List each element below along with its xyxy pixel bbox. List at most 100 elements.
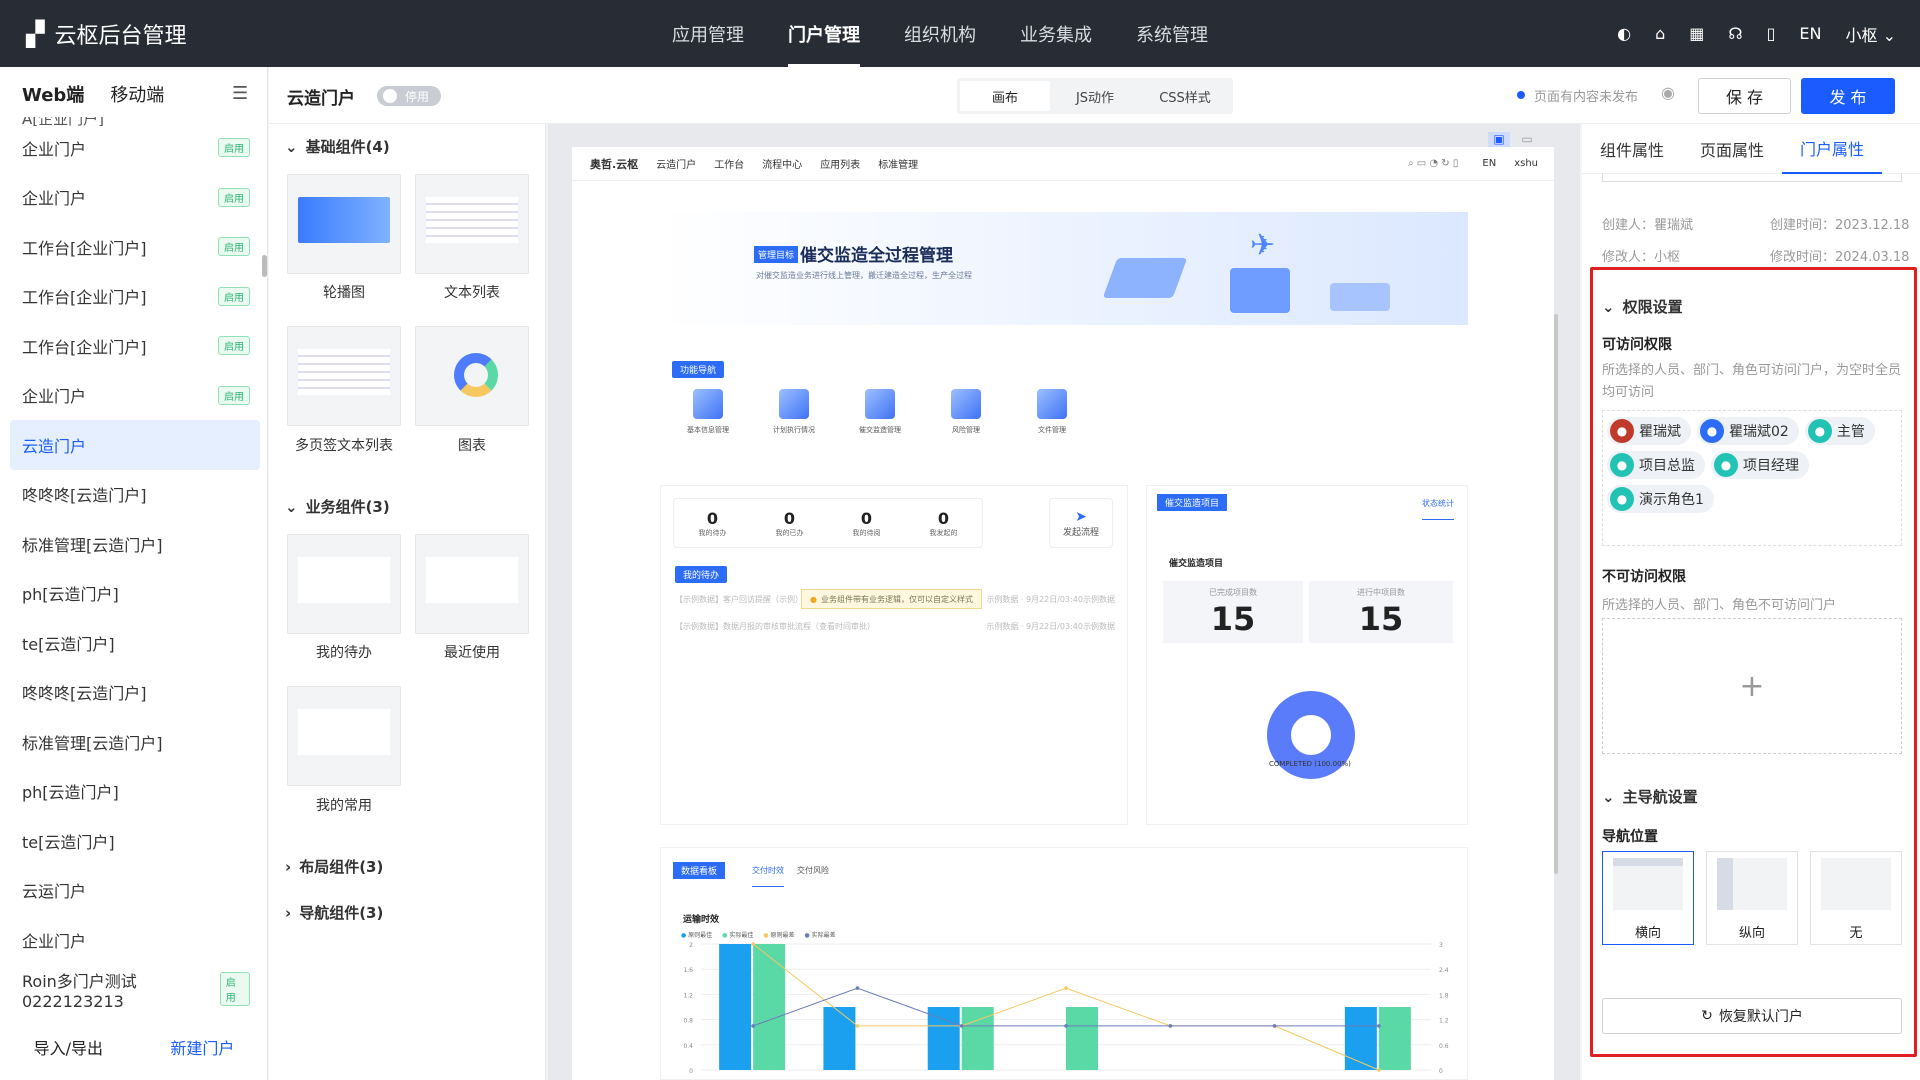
portal-list-item[interactable]: 工作台[企业门户] 启用: [10, 222, 260, 272]
todo-row[interactable]: 【示例数据】数据月报的审核审批流程（查看时间审批） 示例数据 · 9月22日/03…: [675, 621, 1115, 632]
nav-app-manage[interactable]: 应用管理: [672, 21, 744, 47]
function-item[interactable]: 风险管理: [938, 389, 994, 435]
function-icon: [693, 389, 723, 419]
portal-list-item[interactable]: Roin多门户测试0222123213 启用: [10, 965, 260, 1015]
apps-grid-icon[interactable]: ▦: [1689, 24, 1704, 43]
preview-eye-icon[interactable]: ◉: [1661, 83, 1675, 102]
tab-css[interactable]: CSS样式: [1140, 81, 1230, 111]
save-button[interactable]: 保 存: [1698, 78, 1791, 114]
import-export-button[interactable]: 导入/导出: [34, 1035, 103, 1059]
support-icon[interactable]: ☊: [1728, 24, 1742, 43]
portal-list-item[interactable]: 工作台[企业门户] 启用: [10, 321, 260, 371]
portal-list-item[interactable]: 标准管理[云造门户]: [10, 717, 260, 767]
portal-list-item[interactable]: 企业门户 启用: [10, 173, 260, 223]
canvas-scrollbar[interactable]: [1554, 314, 1558, 874]
preview-menu-portal[interactable]: 云造门户: [656, 156, 696, 171]
tab-component-props[interactable]: 组件属性: [1582, 124, 1682, 174]
tab-delivery-risk[interactable]: 交付风险: [797, 865, 829, 876]
list-scrollbar[interactable]: [262, 255, 267, 277]
preview-menu-workbench[interactable]: 工作台: [714, 156, 744, 171]
portal-list-item[interactable]: 云造门户: [10, 420, 260, 470]
kpi-item[interactable]: 0 我的已办: [776, 509, 804, 538]
kpi-item[interactable]: 0 我的待阅: [853, 509, 881, 538]
chart-bar: [719, 944, 752, 1070]
nav-integration[interactable]: 业务集成: [1020, 21, 1092, 47]
tab-delivery-time[interactable]: 交付时效: [752, 865, 784, 887]
portal-list-item[interactable]: 咚咚咚[云造门户]: [10, 668, 260, 718]
chevron-down-icon: ⌄: [285, 137, 298, 156]
basic-section-header[interactable]: ⌄ 基础组件(4): [285, 136, 390, 157]
chart-bar: [823, 1007, 856, 1070]
y2-tick-label: 3: [1439, 942, 1443, 949]
portal-name: 云造门户: [287, 89, 355, 109]
function-icon: [865, 389, 895, 419]
portal-list-item[interactable]: 云运门户: [10, 866, 260, 916]
function-label: 风险管理: [952, 426, 980, 434]
collapse-menu-icon[interactable]: ☰: [232, 83, 248, 104]
recent-used-component[interactable]: [415, 534, 529, 634]
portal-list-item[interactable]: 企业门户: [10, 915, 260, 965]
clipped-input[interactable]: [1602, 174, 1902, 182]
portal-list-item[interactable]: 企业门户 启用: [10, 371, 260, 421]
preview-menu-standards[interactable]: 标准管理: [878, 156, 918, 171]
language-switch[interactable]: EN: [1799, 24, 1821, 43]
kpi-item[interactable]: 0 我的待办: [699, 509, 727, 538]
nav-system[interactable]: 系统管理: [1136, 21, 1208, 47]
book-icon[interactable]: ▯: [1767, 24, 1776, 43]
business-section-header[interactable]: ⌄ 业务组件(3): [285, 496, 390, 517]
tab-mobile[interactable]: 移动端: [110, 81, 164, 107]
new-portal-button[interactable]: 新建门户: [170, 1035, 234, 1059]
nav-section-header[interactable]: › 导航组件(3): [285, 902, 383, 923]
start-flow-button[interactable]: ➤ 发起流程: [1049, 498, 1113, 548]
publish-button[interactable]: 发 布: [1801, 78, 1895, 114]
user-menu[interactable]: 小枢 ⌄: [1845, 22, 1896, 46]
tab-portal-props[interactable]: 门户属性: [1782, 124, 1882, 174]
portal-list-item[interactable]: ph[云造门户]: [10, 767, 260, 817]
layout-section-header[interactable]: › 布局组件(3): [285, 856, 383, 877]
portal-list-item[interactable]: 企业门户 启用: [10, 123, 260, 173]
preview-lang[interactable]: EN: [1482, 158, 1496, 169]
banner: 管理目标 催交监造全过程管理 对催交监造业务进行线上管理，搬迁建造全过程，生产全…: [660, 212, 1468, 325]
portal-list-item[interactable]: 标准管理[云造门户]: [10, 519, 260, 569]
text-list-component[interactable]: [415, 174, 529, 274]
preview-menu-apps[interactable]: 应用列表: [820, 156, 860, 171]
carousel-component[interactable]: [287, 174, 401, 274]
palette-icon[interactable]: ◐: [1617, 24, 1631, 43]
preview-user[interactable]: xshu: [1514, 158, 1538, 169]
y-tick-label: 1.6: [683, 967, 693, 974]
my-todo-component[interactable]: [287, 534, 401, 634]
status-tab[interactable]: 状态统计: [1422, 498, 1454, 520]
portal-list-item[interactable]: ph[云造门户]: [10, 569, 260, 619]
tab-page-props[interactable]: 页面属性: [1682, 124, 1782, 174]
highlight-box: [1590, 267, 1917, 1057]
portal-list-item[interactable]: te[云造门户]: [10, 816, 260, 866]
tab-web[interactable]: Web端: [22, 81, 84, 107]
nav-org[interactable]: 组织机构: [904, 21, 976, 47]
portal-item-label: 企业门户: [22, 139, 87, 159]
kpi-item[interactable]: 0 我发起的: [930, 509, 958, 538]
nav-portal-manage[interactable]: 门户管理: [788, 21, 860, 67]
component-label: 我的常用: [316, 798, 372, 814]
function-item[interactable]: 计划执行情况: [766, 389, 822, 435]
frequent-used-component[interactable]: [287, 686, 401, 786]
home-icon[interactable]: ⌂: [1655, 24, 1665, 43]
tab-canvas[interactable]: 画布: [960, 81, 1050, 111]
multi-tab-list-component[interactable]: [287, 326, 401, 426]
todo-thumb: [298, 557, 390, 603]
tab-js[interactable]: JS动作: [1050, 81, 1140, 111]
portal-item-label: ph[云造门户]: [22, 783, 119, 803]
portal-list-item[interactable]: te[云造门户]: [10, 618, 260, 668]
kpi-label: 我发起的: [929, 528, 958, 537]
created-label: 创建时间：: [1770, 218, 1836, 233]
y2-tick-label: 0.6: [1439, 1043, 1449, 1050]
function-item[interactable]: 基本信息管理: [680, 389, 736, 435]
function-item[interactable]: 催交监造管理: [852, 389, 908, 435]
preview-menu-process[interactable]: 流程中心: [762, 156, 802, 171]
chart-component[interactable]: [415, 326, 529, 426]
modifier-value: 小枢: [1654, 250, 1681, 265]
enable-toggle[interactable]: 停用: [377, 86, 441, 106]
function-item[interactable]: 文件管理: [1024, 389, 1080, 435]
portal-list-item[interactable]: 咚咚咚[云造门户]: [10, 470, 260, 520]
chevron-down-icon: ⌄: [285, 497, 298, 516]
portal-list-item[interactable]: 工作台[企业门户] 启用: [10, 272, 260, 322]
